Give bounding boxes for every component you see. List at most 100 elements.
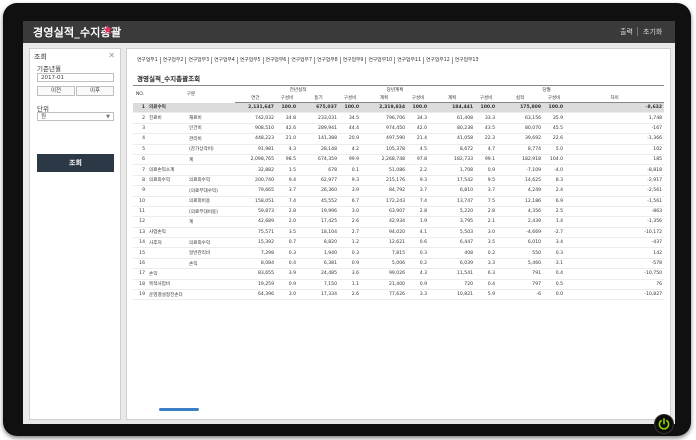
table-row[interactable]: 18 목적사업비 19,259 0.9 7,150 1.1 21,400 0.9 720 0.4 7…	[133, 279, 665, 291]
value-cell: 2.8	[407, 206, 430, 218]
value-cell: 42.0	[407, 123, 430, 135]
tab-3[interactable]: 연구업무3	[186, 57, 213, 64]
value-cell: 141,388	[298, 133, 340, 145]
value-cell: 550	[497, 247, 544, 259]
value-cell: -1,356	[565, 216, 665, 228]
subcategory-cell: 일반관리비	[187, 247, 236, 259]
search-panel-title: 조회	[34, 53, 47, 61]
row-number: 17	[133, 268, 147, 280]
value-cell: 7.4	[407, 196, 430, 207]
table-row[interactable]: 11 (의료부대비용) 59,873 2.8 19,996 3.0 63,907 2.8 5,2…	[133, 206, 665, 218]
tab-8[interactable]: 연구업무8	[315, 57, 341, 64]
value-cell: 2,131,647	[235, 102, 277, 114]
period-label: 기준년월	[37, 65, 61, 73]
horizontal-scrollbar[interactable]	[159, 408, 199, 411]
table-row[interactable]: 7 의료손익소계 32,882 1.5 678 0.1 51,086 2.2 1,708 0.9-…	[133, 164, 665, 176]
tab-2[interactable]: 연구업무2	[161, 57, 187, 64]
value-cell: 5,220	[429, 206, 476, 218]
page-title: 경영실적_수지총괄조회	[137, 75, 201, 83]
sub-header: 구성비	[543, 94, 566, 103]
tab-13[interactable]: 연구업무13	[453, 57, 481, 64]
value-cell: -2,917	[565, 175, 665, 187]
value-cell: 9.3	[407, 175, 430, 187]
value-cell: 2,319,834	[361, 102, 408, 114]
close-icon[interactable]: ✕	[108, 51, 115, 60]
tab-7[interactable]: 연구업무7	[289, 57, 316, 64]
tab-10[interactable]: 연구업무10	[366, 57, 396, 64]
value-cell: 17,542	[429, 175, 476, 187]
tab-5[interactable]: 연구업무5	[238, 57, 264, 64]
main-panel: 연구업무1 연구업무2 연구업무3 연구업무4 연구업무5 연구업무6 연구업무7 연구업무8…	[126, 48, 671, 420]
value-cell: 0.0	[543, 289, 566, 301]
tab-9[interactable]: 연구업무9	[341, 57, 367, 64]
value-cell: 77,626	[361, 289, 408, 301]
power-button[interactable]	[654, 414, 674, 434]
sub-header: 계획	[361, 94, 408, 103]
value-cell: 18,104	[298, 227, 340, 239]
table-row[interactable]: 14 사후처 의료외수익 15,392 0.7 8,820 1.2 12,621 0.6 6,44…	[133, 237, 665, 249]
table-row[interactable]: 19 운영결설정전손다 64,396 3.0 17,334 2.6 77,626 3.3 10,…	[133, 289, 665, 301]
row-number: 2	[133, 112, 147, 124]
table-row[interactable]: 16 손익 8,084 0.4 6,381 0.9 5,006 0.2 6,039 3.3 5,46…	[133, 258, 665, 270]
table-row[interactable]: 3 인건비 908,510 42.6 289,941 44.4 974,450 42.0 80,…	[133, 123, 665, 135]
value-cell: -578	[565, 258, 665, 270]
subcategory-cell: 계	[187, 216, 236, 228]
value-cell: 1,708	[429, 164, 476, 176]
value-cell: 3.0	[475, 227, 498, 239]
value-cell: 34.5	[339, 112, 362, 124]
tab-12[interactable]: 연구업무12	[424, 57, 453, 64]
table-row[interactable]: 12 계 42,689 2.0 17,425 2.6 42,934 1.9 3,795 2.1 2,…	[133, 216, 665, 228]
value-cell: 2.8	[276, 206, 299, 218]
value-cell: 675,037	[298, 102, 340, 114]
table-row[interactable]: 17 손익 83,655 3.9 24,485 3.6 99,026 4.3 11,541 6.3…	[133, 268, 665, 280]
value-cell: 42,689	[235, 216, 277, 228]
value-cell: 742,032	[235, 112, 277, 124]
value-cell: 6.3	[475, 268, 498, 280]
value-cell: 7,298	[235, 247, 277, 259]
value-cell: 2.2	[407, 164, 430, 176]
value-cell: 0.5	[543, 279, 566, 291]
table-row[interactable]: 9 (의료부대수익) 79,665 3.7 26,360 3.9 84,792 3.7 6,81…	[133, 185, 665, 197]
value-cell: 2.6	[339, 216, 362, 228]
value-cell: 20.9	[339, 133, 362, 145]
table-row[interactable]: 1 의료수익 2,131,647 100.0 675,037 100.0 2,319,834…	[133, 102, 665, 114]
print-button[interactable]: 출력	[620, 27, 633, 37]
value-cell: 104.0	[543, 154, 566, 166]
table-row[interactable]: 8 의료외수익 의료외수익 200,740 9.4 62,977 9.3 215,176 9.3…	[133, 175, 665, 187]
unit-select[interactable]: 원 ▼	[37, 112, 114, 121]
prev-button[interactable]: 이전	[37, 86, 75, 96]
value-cell: 22.3	[475, 133, 498, 145]
table-row[interactable]: 2 진료비 재료비 742,032 34.8 233,031 34.5 796,706 34.3…	[133, 112, 665, 124]
plan-header: 당년계획	[361, 85, 430, 94]
value-cell: 175,809	[497, 102, 544, 114]
favorite-star-icon[interactable]: ★	[102, 23, 114, 38]
table-row[interactable]: 4 관리비 448,223 21.0 141,388 20.9 497,590 21.4 41,…	[133, 133, 665, 145]
value-cell: 3.4	[543, 237, 566, 249]
power-icon	[658, 417, 670, 430]
table-row[interactable]: 15 일반관리비 7,298 0.3 1,940 0.3 7,815 0.3 408 0.2 550…	[133, 247, 665, 259]
value-cell: 22.6	[543, 133, 566, 145]
value-cell: 0.6	[407, 237, 430, 249]
period-input[interactable]: 2017-01	[37, 73, 114, 82]
value-cell: -10,750	[565, 268, 665, 280]
tab-11[interactable]: 연구업무11	[395, 57, 424, 64]
value-cell: 215,176	[361, 175, 408, 187]
tab-4[interactable]: 연구업무4	[212, 57, 238, 64]
next-button[interactable]: 이후	[76, 86, 114, 96]
table-row[interactable]: 13 사업손익 75,571 3.5 18,104 2.7 94,020 4.1 5,503 3.…	[133, 227, 665, 239]
tab-1[interactable]: 연구업무1	[135, 57, 161, 64]
table-row[interactable]: 5 (감가상각비) 91,981 4.3 28,148 4.2 105,378 4.5 8,67…	[133, 144, 665, 155]
value-cell: 3.7	[407, 185, 430, 197]
table-row[interactable]: 6 계 2,098,765 98.5 674,359 99.9 2,268,748 97.8 1…	[133, 154, 665, 166]
value-cell: 51,086	[361, 164, 408, 176]
reset-button[interactable]: 초기화	[643, 27, 662, 37]
value-cell: 8.3	[543, 175, 566, 187]
search-button[interactable]: 조회	[37, 154, 114, 172]
value-cell: 4.3	[407, 268, 430, 280]
tab-6[interactable]: 연구업무6	[264, 57, 290, 64]
value-cell: 3.0	[276, 289, 299, 301]
category-cell: 운영결설정전손다	[147, 289, 187, 301]
table-row[interactable]: 10 의료외비용 158,051 7.4 45,552 6.7 172,243 7.4 13,7…	[133, 196, 665, 207]
category-cell	[147, 247, 187, 259]
value-cell: 6,447	[429, 237, 476, 249]
